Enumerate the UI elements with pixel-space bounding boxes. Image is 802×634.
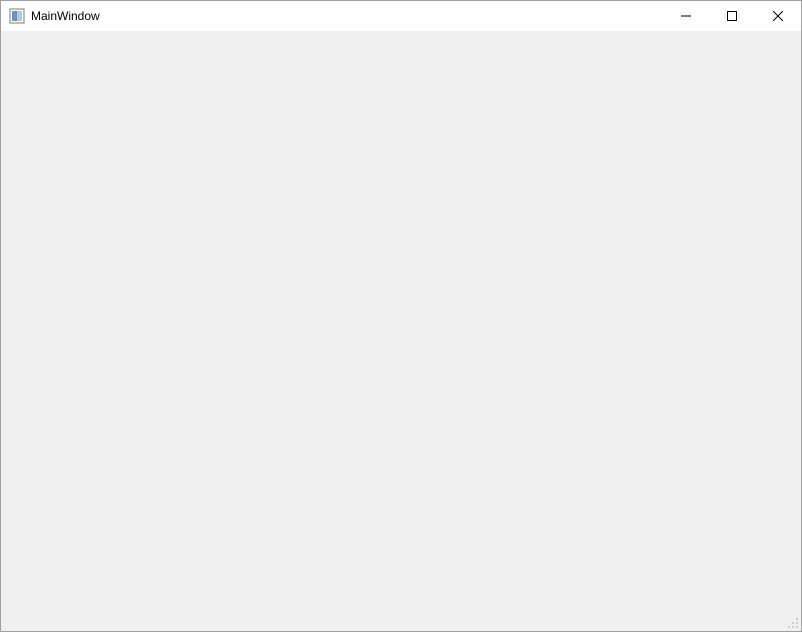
maximize-icon — [727, 9, 737, 24]
client-area — [1, 31, 801, 631]
window-controls — [663, 1, 801, 31]
titlebar: MainWindow — [1, 1, 801, 31]
minimize-button[interactable] — [663, 1, 709, 31]
window-title: MainWindow — [31, 9, 663, 23]
maximize-button[interactable] — [709, 1, 755, 31]
close-button[interactable] — [755, 1, 801, 31]
application-icon — [9, 8, 25, 24]
size-grip[interactable] — [785, 615, 799, 629]
main-window: MainWindow — [0, 0, 802, 632]
close-icon — [773, 9, 783, 24]
minimize-icon — [681, 9, 691, 24]
